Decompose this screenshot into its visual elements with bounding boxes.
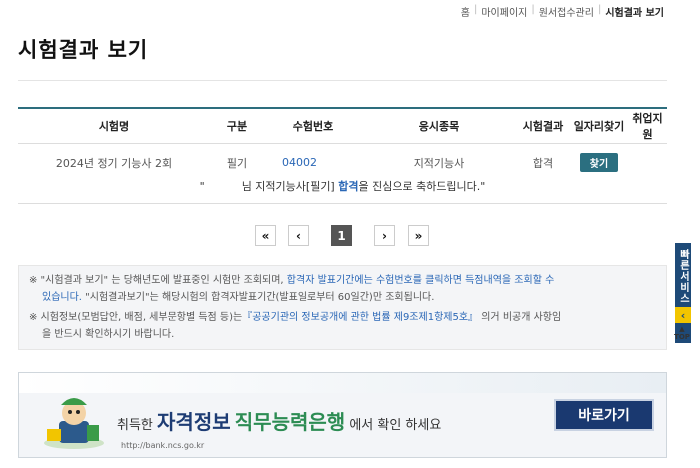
notice-item-2: ※ 시험정보(모범답안, 배점, 세부문항별 득점 등)는『공공기관의 정보공개… bbox=[29, 312, 562, 340]
breadcrumb-application[interactable]: 원서접수관리 bbox=[535, 4, 598, 19]
col-type: 구분 bbox=[210, 107, 264, 144]
page-1-button[interactable]: 1 bbox=[331, 225, 352, 246]
congrats-mid: 님 지적기능사[필기] bbox=[241, 180, 335, 193]
ncs-bank-banner[interactable]: 취득한 자격정보 직무능력은행 에서 확인 하세요 http://bank.nc… bbox=[18, 372, 667, 458]
mascot-icon bbox=[44, 398, 104, 449]
congrats-prefix: " bbox=[199, 180, 205, 193]
col-exam: 시험명 bbox=[18, 107, 210, 144]
banner-text: 취득한 자격정보 직무능력은행 에서 확인 하세요 bbox=[117, 410, 442, 434]
next-page-button[interactable]: › bbox=[374, 225, 395, 246]
breadcrumb-mypage[interactable]: 마이페이지 bbox=[477, 4, 531, 19]
result-table: 시험명 구분 수험번호 응시종목 시험결과 일자리찾기 취업지원 2024년 정… bbox=[18, 107, 667, 181]
congrats-highlight: 합격 bbox=[338, 180, 359, 193]
first-page-button[interactable]: « bbox=[255, 225, 276, 246]
title-divider bbox=[18, 80, 667, 81]
find-job-button[interactable]: 찾기 bbox=[579, 153, 619, 172]
page-title: 시험결과 보기 bbox=[18, 38, 149, 62]
congrats-suffix: 을 진심으로 축하드립니다." bbox=[358, 180, 486, 193]
notice-item-1: ※ "시험결과 보기" 는 당해년도에 발표중인 시험만 조회되며, 합격자 발… bbox=[29, 275, 555, 303]
last-page-button[interactable]: » bbox=[408, 225, 429, 246]
col-result: 시험결과 bbox=[516, 107, 570, 144]
banner-url: http://bank.ncs.go.kr bbox=[121, 441, 205, 450]
breadcrumb: 홈 | 마이페이지 | 원서접수관리 | 시험결과 보기 bbox=[457, 4, 668, 19]
breadcrumb-current: 시험결과 보기 bbox=[605, 8, 664, 19]
col-support: 취업지원 bbox=[628, 107, 667, 144]
table-header-row: 시험명 구분 수험번호 응시종목 시험결과 일자리찾기 취업지원 bbox=[18, 107, 667, 144]
notice-box: ※ "시험결과 보기" 는 당해년도에 발표중인 시험만 조회되며, 합격자 발… bbox=[18, 265, 667, 350]
chevron-left-icon[interactable]: ‹ bbox=[675, 307, 691, 323]
col-subject: 응시종목 bbox=[362, 107, 516, 144]
prev-page-button[interactable]: ‹ bbox=[288, 225, 309, 246]
go-button[interactable]: 바로가기 bbox=[554, 399, 654, 431]
col-number: 수험번호 bbox=[264, 107, 362, 144]
congrats-message: " 님 지적기능사[필기] 합격을 진심으로 축하드립니다." bbox=[18, 173, 667, 204]
breadcrumb-home[interactable]: 홈 bbox=[457, 4, 474, 19]
col-job: 일자리찾기 bbox=[570, 107, 628, 144]
scroll-top-button[interactable]: ▲ TOP bbox=[672, 326, 692, 344]
